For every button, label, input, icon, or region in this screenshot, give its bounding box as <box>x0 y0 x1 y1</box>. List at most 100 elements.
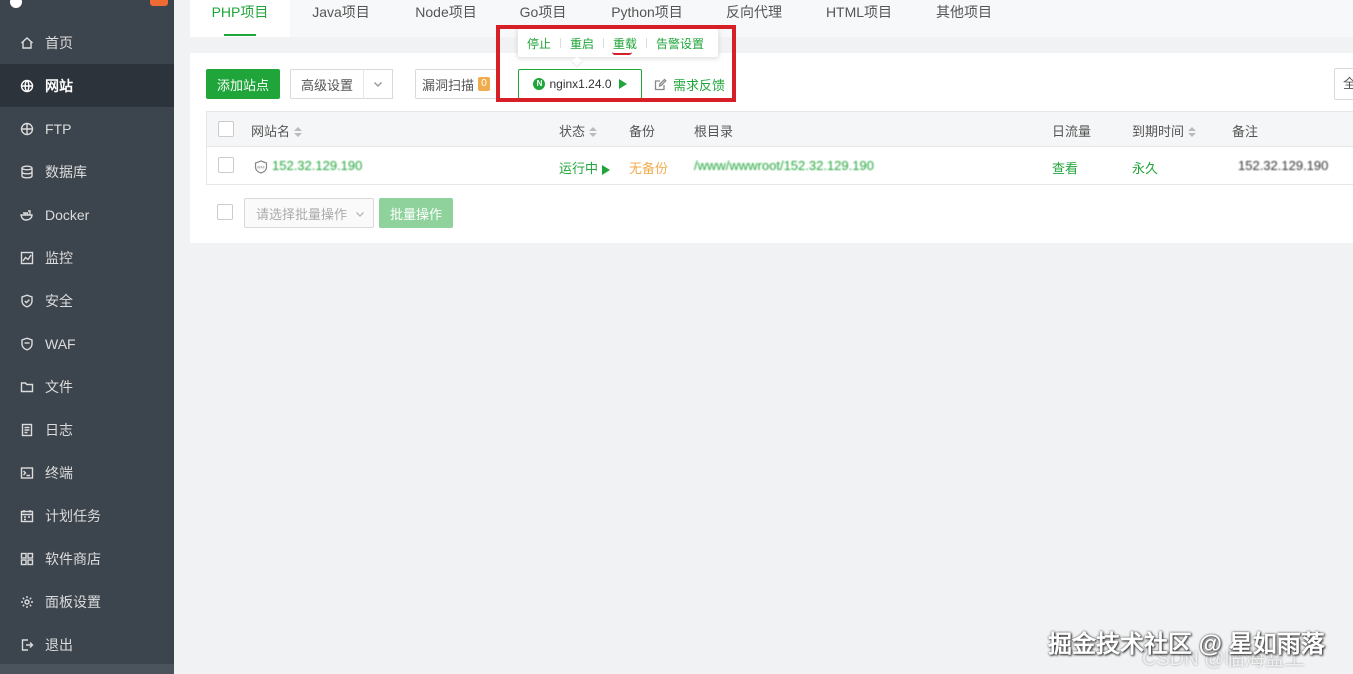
advanced-settings-dropdown[interactable] <box>363 69 393 99</box>
sidebar-item-label: 监控 <box>45 249 73 266</box>
traffic-view-link[interactable]: 查看 <box>1052 158 1078 177</box>
col-backup: 备份 <box>629 124 656 139</box>
gear-icon <box>20 595 34 609</box>
sidebar-item-logout[interactable]: 退出 <box>0 623 174 666</box>
note-cell[interactable]: 152.32.129.190 <box>1238 158 1328 173</box>
annotation-underline <box>612 52 633 55</box>
col-status[interactable]: 状态 <box>559 121 598 140</box>
waf-badge-text: WAF <box>257 165 265 169</box>
edge-cutoff-button[interactable]: 全 <box>1334 68 1353 100</box>
log-icon <box>20 423 34 437</box>
monitor-icon <box>20 251 34 265</box>
sort-icon <box>589 127 598 138</box>
tab-other[interactable]: 其他项目 <box>923 0 1005 37</box>
advanced-settings-button[interactable]: 高级设置 <box>290 69 364 99</box>
sidebar-item-terminal[interactable]: 终端 <box>0 451 174 494</box>
vuln-scan-button[interactable]: 漏洞扫描 0 <box>415 69 497 99</box>
sidebar-item-store[interactable]: 软件商店 <box>0 537 174 580</box>
sidebar-item-ftp[interactable]: FTP <box>0 107 174 150</box>
sidebar-item-label: 软件商店 <box>45 550 101 567</box>
sidebar-item-label: Docker <box>45 206 90 223</box>
col-site-name[interactable]: 网站名 <box>251 121 303 140</box>
sidebar-item-logs[interactable]: 日志 <box>0 408 174 451</box>
add-site-button[interactable]: 添加站点 <box>206 69 280 99</box>
tab-label: Java项目 <box>312 4 370 20</box>
column-header: 网站名 <box>251 124 291 139</box>
docker-icon <box>20 208 34 222</box>
stop-menu-item[interactable]: 停止 <box>518 35 560 52</box>
sidebar-item-database[interactable]: 数据库 <box>0 150 174 193</box>
site-name-link[interactable]: 152.32.129.190 <box>272 158 362 173</box>
batch-placeholder: 请选择批量操作 <box>256 206 348 222</box>
tab-label: 反向代理 <box>726 4 782 20</box>
tab-php[interactable]: PHP项目 <box>190 0 290 37</box>
tab-html[interactable]: HTML项目 <box>816 0 902 37</box>
nginx-version: nginx1.24.0 <box>549 77 612 91</box>
sidebar-item-docker[interactable]: Docker <box>0 193 174 236</box>
reload-menu-item[interactable]: 重载 <box>604 35 646 55</box>
sidebar-footer <box>0 664 174 674</box>
site-table: 网站名 状态 备份 根目录 日流量 到期时间 备注 WAF 152.32.129.… <box>206 111 1353 185</box>
vuln-count-badge: 0 <box>478 77 490 91</box>
restart-menu-item[interactable]: 重启 <box>561 35 603 52</box>
column-header: 状态 <box>559 124 586 139</box>
backup-cell[interactable]: 无备份 <box>629 158 668 177</box>
database-icon <box>20 165 34 179</box>
batch-operation-select[interactable]: 请选择批量操作 <box>244 198 374 228</box>
chevron-down-icon <box>356 212 364 217</box>
chevron-down-icon <box>374 82 382 87</box>
expiry-cell[interactable]: 永久 <box>1132 158 1158 177</box>
tab-label: Go项目 <box>519 4 567 20</box>
batch-select-all-checkbox[interactable] <box>217 204 233 220</box>
nginx-action-menu: 停止 重启 重载 告警设置 <box>517 28 719 68</box>
sidebar-item-security[interactable]: 安全 <box>0 279 174 322</box>
waf-shield-icon <box>20 336 34 351</box>
sidebar-item-website[interactable]: 网站 <box>0 64 174 107</box>
tab-label: HTML项目 <box>825 4 893 20</box>
sidebar-item-label: 日志 <box>45 421 73 438</box>
sidebar-item-label: 计划任务 <box>45 507 101 524</box>
grid-icon <box>20 552 34 566</box>
col-daily-traffic: 日流量 <box>1052 124 1092 139</box>
feedback-link[interactable]: 需求反馈 <box>654 75 725 94</box>
waf-shield-icon: WAF <box>254 159 268 174</box>
col-root-dir: 根目录 <box>694 124 734 139</box>
sidebar-item-cron[interactable]: 计划任务 <box>0 494 174 537</box>
sidebar-item-label: FTP <box>45 120 72 137</box>
sidebar-item-home[interactable]: 首页 <box>0 21 174 64</box>
nginx-service-button[interactable]: N nginx1.24.0 <box>518 69 642 99</box>
project-tabs: PHP项目 Java项目 Node项目 Go项目 Python项目 反向代理 H… <box>190 0 1353 37</box>
sidebar-item-label: WAF <box>45 335 76 352</box>
status-cell[interactable]: 运行中 <box>559 158 611 177</box>
sidebar-item-label: 退出 <box>45 636 73 653</box>
row-checkbox[interactable] <box>218 157 234 173</box>
sidebar-item-files[interactable]: 文件 <box>0 365 174 408</box>
site-name-cell[interactable]: WAF 152.32.129.190 <box>254 158 362 174</box>
sidebar: 首页 网站 FTP 数据库 Docker 监控 安全 WAF 文件 日志 终端 <box>0 0 174 674</box>
home-icon <box>20 36 34 50</box>
logo[interactable] <box>0 0 174 18</box>
batch-operation-button[interactable]: 批量操作 <box>379 198 453 228</box>
alert-settings-menu-item[interactable]: 告警设置 <box>647 35 713 52</box>
root-dir-link[interactable]: /www/wwwroot/152.32.129.190 <box>694 158 874 173</box>
sidebar-item-settings[interactable]: 面板设置 <box>0 580 174 623</box>
tab-node[interactable]: Node项目 <box>400 0 492 37</box>
tab-reverse-proxy[interactable]: 反向代理 <box>714 0 794 37</box>
logout-icon <box>20 638 34 652</box>
select-all-checkbox[interactable] <box>218 121 234 137</box>
feedback-label: 需求反馈 <box>673 78 726 93</box>
notification-badge[interactable] <box>150 0 168 6</box>
table-header: 网站名 状态 备份 根目录 日流量 到期时间 备注 <box>207 112 1353 147</box>
sort-icon <box>1188 127 1197 138</box>
terminal-icon <box>20 466 34 480</box>
col-expiry[interactable]: 到期时间 <box>1132 121 1197 140</box>
play-icon <box>618 79 627 89</box>
sidebar-item-label: 首页 <box>45 34 73 51</box>
tab-java[interactable]: Java项目 <box>295 0 387 37</box>
col-note: 备注 <box>1232 124 1259 139</box>
sidebar-item-waf[interactable]: WAF <box>0 322 174 365</box>
ftp-globe-icon <box>20 122 34 136</box>
watermark-juejin: 掘金技术社区 @ 星如雨落 <box>1048 631 1325 658</box>
sidebar-item-monitor[interactable]: 监控 <box>0 236 174 279</box>
nginx-icon: N <box>533 78 546 90</box>
